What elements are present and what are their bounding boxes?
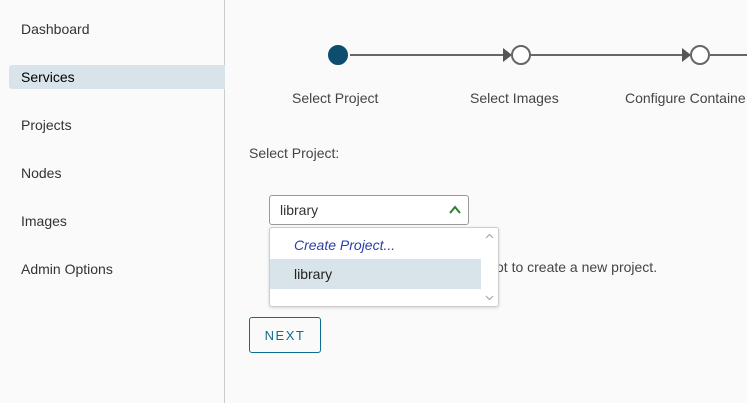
- step-1-label: Select Project: [292, 90, 379, 106]
- dropdown-scrollbar[interactable]: [481, 228, 498, 306]
- option-create-project[interactable]: Create Project...: [270, 230, 482, 260]
- chevron-up-icon: [449, 205, 461, 214]
- step-2-label: Select Images: [470, 90, 559, 106]
- sidebar-item-dashboard[interactable]: Dashboard: [9, 17, 225, 41]
- sidebar-item-nodes[interactable]: Nodes: [9, 161, 225, 185]
- project-select[interactable]: library: [269, 195, 469, 225]
- step-3-label: Configure Containe: [625, 90, 746, 106]
- step-connector: [710, 54, 747, 56]
- step-1-indicator: [328, 45, 348, 65]
- sidebar-item-admin-options[interactable]: Admin Options: [9, 257, 225, 281]
- next-button[interactable]: NEXT: [249, 317, 321, 353]
- main-content: Select Project Select Images Configure C…: [226, 0, 747, 403]
- sidebar-item-projects[interactable]: Projects: [9, 113, 225, 137]
- step-connector: [530, 54, 690, 56]
- scroll-up-icon[interactable]: [485, 232, 494, 241]
- sidebar-nav: Dashboard Services Projects Nodes Images…: [0, 0, 225, 403]
- sidebar-item-images[interactable]: Images: [9, 209, 225, 233]
- sidebar-item-services[interactable]: Services: [9, 65, 225, 89]
- help-text: ot to create a new project.: [496, 259, 658, 275]
- project-dropdown-list: Create Project... library: [269, 227, 499, 307]
- select-project-label: Select Project:: [249, 145, 340, 161]
- step-connector: [350, 54, 510, 56]
- scroll-down-icon[interactable]: [485, 293, 494, 302]
- project-select-value: library: [280, 202, 319, 218]
- option-library[interactable]: library: [270, 259, 482, 289]
- step-3-indicator: [690, 45, 710, 65]
- step-2-indicator: [511, 45, 531, 65]
